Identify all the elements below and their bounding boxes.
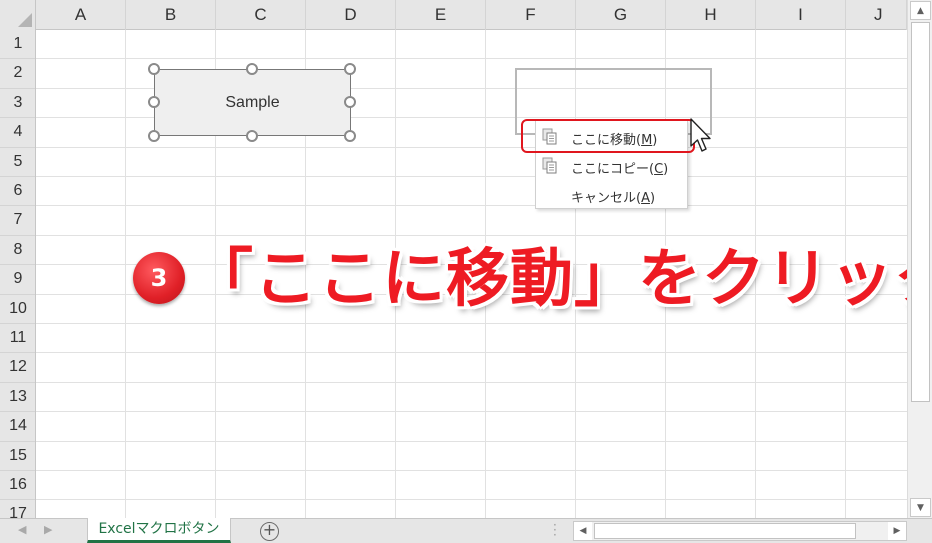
vertical-scrollbar[interactable]: ▲ ▼ bbox=[907, 0, 932, 518]
row-header-13[interactable]: 13 bbox=[0, 383, 35, 413]
row-header-7[interactable]: 7 bbox=[0, 206, 35, 236]
mouse-cursor-icon bbox=[690, 118, 711, 152]
add-sheet-plus-icon[interactable]: + bbox=[260, 522, 279, 541]
horizontal-scroll-thumb[interactable] bbox=[594, 523, 856, 539]
grid-line bbox=[36, 176, 907, 177]
sample-shape-button[interactable]: Sample bbox=[154, 69, 351, 136]
scroll-up-arrow-icon[interactable]: ▲ bbox=[910, 1, 931, 20]
grid-line bbox=[36, 440, 907, 442]
column-header-e[interactable]: E bbox=[396, 0, 486, 30]
menu-item-copy-here-suffix: ) bbox=[663, 162, 669, 177]
column-header-i[interactable]: I bbox=[756, 0, 846, 30]
sheet-next-arrow-icon[interactable]: ▶ bbox=[44, 523, 52, 536]
resize-handle-bottom[interactable] bbox=[246, 130, 258, 142]
grid-line bbox=[36, 323, 907, 324]
resize-handle-right[interactable] bbox=[344, 96, 356, 108]
grid-line bbox=[36, 58, 907, 60]
column-header-f[interactable]: F bbox=[486, 0, 576, 30]
grid-line bbox=[36, 499, 907, 501]
step-number-badge: 3 bbox=[133, 252, 185, 304]
paste-icon bbox=[542, 157, 557, 174]
grid-line bbox=[36, 381, 907, 383]
row-header-9[interactable]: 9 bbox=[0, 265, 35, 295]
grid-line bbox=[36, 146, 907, 148]
row-header-2[interactable]: 2 bbox=[0, 59, 35, 89]
grid-line bbox=[36, 205, 907, 207]
scroll-left-arrow-icon[interactable]: ◀ bbox=[574, 522, 592, 540]
row-header-6[interactable]: 6 bbox=[0, 177, 35, 207]
row-header-5[interactable]: 5 bbox=[0, 148, 35, 177]
grid-line bbox=[36, 411, 907, 413]
sample-shape-label: Sample bbox=[225, 93, 280, 111]
resize-handle-top-left[interactable] bbox=[148, 63, 160, 75]
scroll-down-arrow-icon[interactable]: ▼ bbox=[910, 498, 931, 517]
menu-item-copy-here-label: ここにコピー( bbox=[571, 162, 655, 177]
grid-line bbox=[36, 352, 907, 354]
menu-item-cancel[interactable]: キャンセル(A) bbox=[536, 180, 687, 209]
sheet-tab-bar: ◀ ▶ Excelマクロボタン + · · · ◀ ▶ bbox=[0, 518, 932, 543]
grid-line bbox=[36, 470, 907, 471]
column-header-b[interactable]: B bbox=[126, 0, 216, 30]
column-header-c[interactable]: C bbox=[216, 0, 306, 30]
grid-line bbox=[125, 30, 126, 518]
select-all-corner[interactable] bbox=[0, 0, 36, 30]
resize-handle-top[interactable] bbox=[246, 63, 258, 75]
row-header-10[interactable]: 10 bbox=[0, 295, 35, 324]
menu-item-cancel-accel: A bbox=[641, 191, 650, 206]
row-header-14[interactable]: 14 bbox=[0, 412, 35, 442]
column-header-h[interactable]: H bbox=[666, 0, 756, 30]
sheet-prev-arrow-icon[interactable]: ◀ bbox=[18, 523, 26, 536]
resize-handle-bottom-right[interactable] bbox=[344, 130, 356, 142]
sheet-tab-active[interactable]: Excelマクロボタン bbox=[87, 518, 231, 543]
row-header-11[interactable]: 11 bbox=[0, 324, 35, 354]
row-header-8[interactable]: 8 bbox=[0, 236, 35, 266]
row-header-15[interactable]: 15 bbox=[0, 442, 35, 471]
row-header-bar: 1 2 3 4 5 6 7 8 9 10 11 12 13 14 15 16 1… bbox=[0, 30, 36, 518]
column-header-g[interactable]: G bbox=[576, 0, 666, 30]
column-header-bar: A B C D E F G H I J bbox=[0, 0, 907, 30]
row-header-4[interactable]: 4 bbox=[0, 118, 35, 148]
scroll-right-arrow-icon[interactable]: ▶ bbox=[888, 522, 906, 540]
row-header-16[interactable]: 16 bbox=[0, 471, 35, 501]
vertical-scroll-thumb[interactable] bbox=[911, 22, 930, 402]
horizontal-scrollbar[interactable]: ◀ ▶ bbox=[573, 521, 907, 541]
row-header-3[interactable]: 3 bbox=[0, 89, 35, 119]
tab-split-handle-icon[interactable]: · · · bbox=[553, 519, 559, 541]
menu-item-copy-here-accel: C bbox=[654, 162, 664, 177]
menu-item-cancel-label: キャンセル( bbox=[571, 191, 642, 206]
row-header-1[interactable]: 1 bbox=[0, 30, 35, 60]
select-all-triangle-icon bbox=[18, 13, 32, 27]
resize-handle-bottom-left[interactable] bbox=[148, 130, 160, 142]
resize-handle-top-right[interactable] bbox=[344, 63, 356, 75]
column-header-d[interactable]: D bbox=[306, 0, 396, 30]
resize-handle-left[interactable] bbox=[148, 96, 160, 108]
column-header-a[interactable]: A bbox=[36, 0, 126, 30]
menu-item-cancel-suffix: ) bbox=[649, 191, 656, 206]
menu-item-copy-here[interactable]: ここにコピー(C) bbox=[536, 151, 687, 180]
column-header-j[interactable]: J bbox=[846, 0, 907, 30]
row-header-12[interactable]: 12 bbox=[0, 353, 35, 383]
highlight-box bbox=[521, 119, 695, 153]
instruction-annotation: 「ここに移動」をクリック bbox=[190, 242, 932, 315]
row-header-17[interactable]: 17 bbox=[0, 500, 35, 518]
